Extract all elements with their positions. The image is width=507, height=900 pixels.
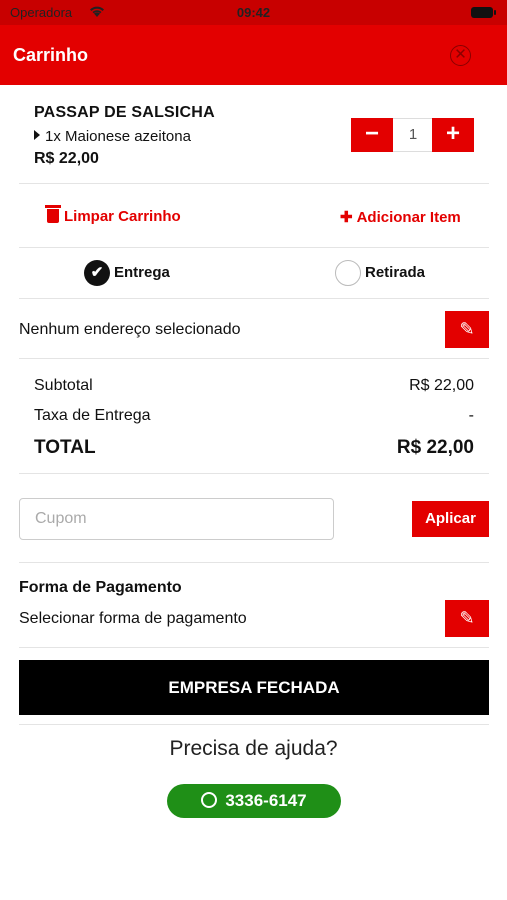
quantity-stepper: − 1 +	[351, 118, 474, 152]
coupon-input[interactable]	[19, 498, 334, 540]
add-item-label: Adicionar Item	[356, 209, 461, 226]
item-option-label: 1x Maionese azeitona	[45, 128, 191, 145]
clear-cart-label: Limpar Carrinho	[64, 208, 181, 225]
edit-address-button[interactable]: ✎	[445, 311, 489, 348]
whatsapp-number: 3336-6147	[225, 791, 307, 810]
divider	[19, 247, 489, 248]
subtotal-label: Subtotal	[34, 377, 93, 394]
divider	[19, 473, 489, 474]
help-title: Precisa de ajuda?	[169, 737, 338, 760]
edit-icon: ✎	[459, 319, 475, 339]
divider	[19, 358, 489, 359]
caret-right-icon	[34, 130, 40, 140]
edit-payment-button[interactable]: ✎	[445, 600, 489, 637]
add-item-button[interactable]: ✚ Adicionar Item	[340, 208, 461, 226]
divider	[19, 183, 489, 184]
close-icon[interactable]: ✕	[450, 45, 471, 66]
minus-icon[interactable]: −	[351, 118, 393, 152]
payment-select-label: Selecionar forma de pagamento	[19, 610, 247, 627]
item-price: R$ 22,00	[34, 150, 99, 167]
app-header: Carrinho ✕	[0, 25, 507, 85]
clear-cart-button[interactable]: Limpar Carrinho	[45, 205, 181, 225]
store-closed-button[interactable]: EMPRESA FECHADA	[19, 660, 489, 715]
battery-icon	[471, 7, 496, 18]
total-label: TOTAL	[34, 437, 96, 458]
payment-title: Forma de Pagamento	[19, 579, 182, 596]
subtotal-value: R$ 22,00	[409, 377, 474, 394]
delivery-option[interactable]: ✔ Entrega	[84, 260, 170, 286]
page-title: Carrinho	[13, 45, 89, 65]
quantity-value: 1	[408, 126, 418, 143]
divider	[19, 562, 489, 563]
divider	[19, 724, 489, 725]
whatsapp-button[interactable]: 3336-6147	[167, 784, 341, 818]
pickup-label: Retirada	[365, 263, 426, 281]
edit-icon: ✎	[459, 608, 475, 628]
plus-icon: ✚	[340, 209, 353, 226]
address-text: Nenhum endereço selecionado	[19, 321, 241, 338]
item-name: PASSAP DE SALSICHA	[34, 104, 215, 121]
fee-value: -	[468, 407, 474, 424]
radio-empty-icon	[335, 260, 361, 286]
divider	[19, 298, 489, 299]
total-value: R$ 22,00	[396, 437, 474, 458]
divider	[19, 647, 489, 648]
item-option: 1x Maionese azeitona	[34, 128, 191, 145]
apply-coupon-button[interactable]: Aplicar	[412, 501, 489, 537]
check-icon: ✔	[84, 260, 110, 286]
fee-label: Taxa de Entrega	[34, 407, 151, 424]
status-bar: Operadora 09:42	[0, 0, 507, 25]
trash-icon	[45, 205, 61, 223]
pickup-option[interactable]: Retirada	[335, 260, 425, 286]
whatsapp-icon	[201, 792, 218, 808]
clock: 09:42	[236, 5, 271, 20]
delivery-label: Entrega	[114, 263, 170, 281]
plus-icon[interactable]: +	[432, 118, 474, 152]
